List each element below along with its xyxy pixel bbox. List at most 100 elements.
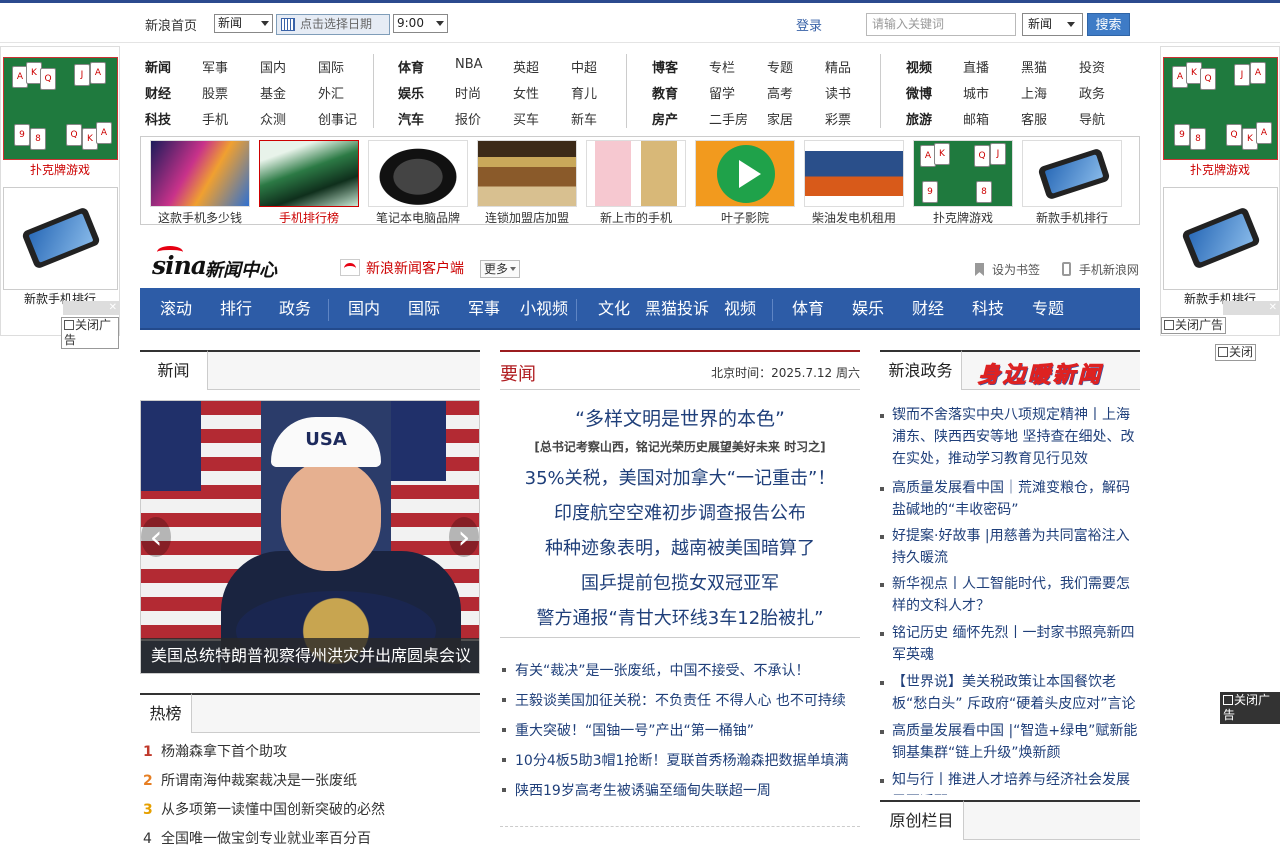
- nav-link[interactable]: 买车: [513, 109, 539, 128]
- thumb-caption[interactable]: 笔记本电脑品牌: [362, 209, 474, 226]
- floating-close-ad-button[interactable]: 关闭广告: [1220, 692, 1280, 724]
- right-poker-caption[interactable]: 扑克牌游戏: [1161, 161, 1279, 178]
- main-nav-item[interactable]: 排行: [220, 288, 252, 330]
- nav-link[interactable]: 专题: [767, 57, 793, 76]
- nav-link[interactable]: 邮箱: [963, 109, 989, 128]
- nav-link[interactable]: 专栏: [709, 57, 735, 76]
- list-item[interactable]: 新华视点丨人工智能时代，我们需要怎样的文科人才？: [880, 573, 1140, 617]
- login-link[interactable]: 登录: [796, 15, 822, 34]
- sina-news-logo[interactable]: sina 新闻中心: [152, 246, 292, 282]
- main-nav-item[interactable]: 视频: [724, 288, 756, 330]
- nav-link[interactable]: 报价: [455, 109, 481, 128]
- nav-link[interactable]: 视频: [906, 57, 932, 76]
- nav-link[interactable]: 黑猫: [1021, 57, 1047, 76]
- list-item[interactable]: 好提案·好故事 |用慈善为共同富裕注入持久暖流: [880, 525, 1140, 569]
- list-item[interactable]: 【世界说】美关税政策让本国餐饮老板“愁白头” 斥政府“硬着头皮应对”言论: [880, 671, 1140, 715]
- nav-link[interactable]: 留学: [709, 83, 735, 102]
- category-select[interactable]: 新闻: [214, 14, 273, 33]
- list-item[interactable]: 锲而不舍落实中央八项规定精神丨上海浦东、陕西西安等地 坚持查在细处、改在实处，推…: [880, 404, 1140, 470]
- list-item-title[interactable]: 高质量发展看中国｜荒滩变粮仓，解码盐碱地的“丰收密码”: [880, 477, 1140, 521]
- list-item-title[interactable]: 陕西19岁高考生被诱骗至缅甸失联超一周: [515, 783, 771, 799]
- nav-link[interactable]: NBA: [455, 57, 483, 72]
- nav-link[interactable]: 高考: [767, 83, 793, 102]
- list-item-title[interactable]: 10分4板5助3帽1抢断！夏联首秀杨瀚森把数据单填满: [515, 753, 848, 769]
- main-nav-item[interactable]: 科技: [972, 288, 1004, 330]
- main-nav-item[interactable]: 滚动: [160, 288, 192, 330]
- next-slide-arrow-icon[interactable]: ›: [449, 517, 479, 557]
- list-item-title[interactable]: 铭记历史 缅怀先烈丨一封家书照亮新四军英魂: [880, 622, 1140, 666]
- nav-link[interactable]: 精品: [825, 57, 851, 76]
- nav-link[interactable]: 外汇: [318, 83, 344, 102]
- left-close-ad-button[interactable]: 关闭广告: [61, 317, 119, 349]
- nav-link[interactable]: 政务: [1079, 83, 1105, 102]
- nav-link[interactable]: 房产: [652, 109, 678, 128]
- nav-link[interactable]: 二手房: [709, 109, 748, 128]
- list-item[interactable]: 王毅谈美国加征关税：不负责任 不得人心 也不可持续: [500, 690, 860, 710]
- nav-link[interactable]: 创事记: [318, 109, 357, 128]
- list-item-title[interactable]: 锲而不舍落实中央八项规定精神丨上海浦东、陕西西安等地 坚持查在细处、改在实处，推…: [880, 404, 1140, 470]
- ad-close-x-icon[interactable]: ✕: [1223, 301, 1280, 315]
- search-scope-select[interactable]: 新闻: [1022, 13, 1083, 36]
- list-item[interactable]: 铭记历史 缅怀先烈丨一封家书照亮新四军英魂: [880, 622, 1140, 666]
- tab-original[interactable]: 原创栏目: [880, 800, 964, 840]
- list-item-title[interactable]: 【世界说】美关税政策让本国餐饮老板“愁白头” 斥政府“硬着头皮应对”言论: [880, 671, 1140, 715]
- prev-slide-arrow-icon[interactable]: ‹: [141, 517, 171, 557]
- list-item-title[interactable]: 高质量发展看中国 |“智造+绿电”赋新能铜基集群“链上升级”焕新颜: [880, 720, 1140, 764]
- nav-link[interactable]: 科技: [145, 109, 171, 128]
- headline-subline[interactable]: [总书记考察山西，铭记光荣历史展望美好未来 时习之]: [500, 438, 860, 455]
- thumb-caption[interactable]: 柴油发电机租用: [798, 209, 910, 226]
- big-headline[interactable]: 印度航空空难初步调查报告公布: [500, 499, 860, 525]
- nav-link[interactable]: 股票: [202, 83, 228, 102]
- nav-link[interactable]: 彩票: [825, 109, 851, 128]
- main-nav-item[interactable]: 专题: [1032, 288, 1064, 330]
- nav-link[interactable]: 基金: [260, 83, 286, 102]
- list-item[interactable]: 陕西19岁高考生被诱骗至缅甸失联超一周: [500, 780, 860, 800]
- nav-link[interactable]: 众测: [260, 109, 286, 128]
- list-item[interactable]: 知与行丨推进人才培养与经济社会发展需要适配: [880, 769, 1140, 795]
- hot-list-item[interactable]: 2 所谓南海仲裁案裁决是一张废纸: [140, 770, 480, 790]
- nav-link[interactable]: 英超: [513, 57, 539, 76]
- top-news-title[interactable]: 要闻: [500, 360, 536, 386]
- nav-link[interactable]: 城市: [963, 83, 989, 102]
- list-item-title[interactable]: 知与行丨推进人才培养与经济社会发展需要适配: [880, 769, 1140, 795]
- main-nav-item[interactable]: 黑猫投诉: [645, 288, 709, 330]
- thumb-caption[interactable]: 手机排行榜: [253, 209, 365, 226]
- nav-link[interactable]: 国内: [260, 57, 286, 76]
- phone-ad-image[interactable]: [1163, 187, 1278, 290]
- list-item[interactable]: 重大突破！“国铀一号”产出“第一桶铀”: [500, 720, 860, 740]
- search-input[interactable]: 请输入关键词: [866, 13, 1016, 36]
- nav-link[interactable]: 新闻: [145, 57, 171, 76]
- thumb-caption[interactable]: 新款手机排行: [1016, 209, 1128, 226]
- news-client-link[interactable]: 新浪新闻客户端: [340, 258, 464, 278]
- poker-ad-image[interactable]: A K Q J A 9 8 Q K A: [1163, 57, 1278, 160]
- list-item-title[interactable]: 有关“裁决”是一张废纸，中国不接受、不承认！: [515, 663, 810, 679]
- list-item-title[interactable]: 王毅谈美国加征关税：不负责任 不得人心 也不可持续: [515, 693, 846, 709]
- big-headline[interactable]: 国乒提前包揽女双冠亚军: [500, 569, 860, 595]
- nav-link[interactable]: 手机: [202, 109, 228, 128]
- hot-item-title[interactable]: 所谓南海仲裁案裁决是一张废纸: [161, 773, 357, 789]
- list-item-title[interactable]: 新华视点丨人工智能时代，我们需要怎样的文科人才？: [880, 573, 1140, 617]
- hot-item-title[interactable]: 从多项第一读懂中国创新突破的必然: [161, 802, 385, 818]
- list-item-title[interactable]: 好提案·好故事 |用慈善为共同富裕注入持久暖流: [880, 525, 1140, 569]
- nav-link[interactable]: 女性: [513, 83, 539, 102]
- main-nav-item[interactable]: 国内: [348, 288, 380, 330]
- list-item[interactable]: 有关“裁决”是一张废纸，中国不接受、不承认！: [500, 660, 860, 680]
- nav-link[interactable]: 国际: [318, 57, 344, 76]
- warm-news-banner[interactable]: 身边暖新闻: [977, 357, 1103, 389]
- time-select[interactable]: 9:00: [393, 14, 448, 33]
- phone-ad-image[interactable]: [3, 187, 118, 290]
- mobile-sina-link[interactable]: 手机新浪网: [1061, 261, 1139, 278]
- hot-item-title[interactable]: 杨瀚森拿下首个助攻: [161, 744, 287, 760]
- nav-link[interactable]: 汽车: [398, 109, 424, 128]
- nav-link[interactable]: 博客: [652, 57, 678, 76]
- nav-link[interactable]: 读书: [825, 83, 851, 102]
- tab-news[interactable]: 新闻: [140, 350, 208, 390]
- nav-link[interactable]: 直播: [963, 57, 989, 76]
- nav-link[interactable]: 时尚: [455, 83, 481, 102]
- right-close-ad-button[interactable]: 关闭广告: [1161, 317, 1227, 334]
- close-button[interactable]: 关闭: [1215, 344, 1257, 361]
- nav-link[interactable]: 导航: [1079, 109, 1105, 128]
- hot-list-item[interactable]: 1 杨瀚森拿下首个助攻: [140, 741, 480, 761]
- tab-gov[interactable]: 新浪政务: [880, 350, 962, 390]
- tab-hot[interactable]: 热榜: [140, 693, 192, 733]
